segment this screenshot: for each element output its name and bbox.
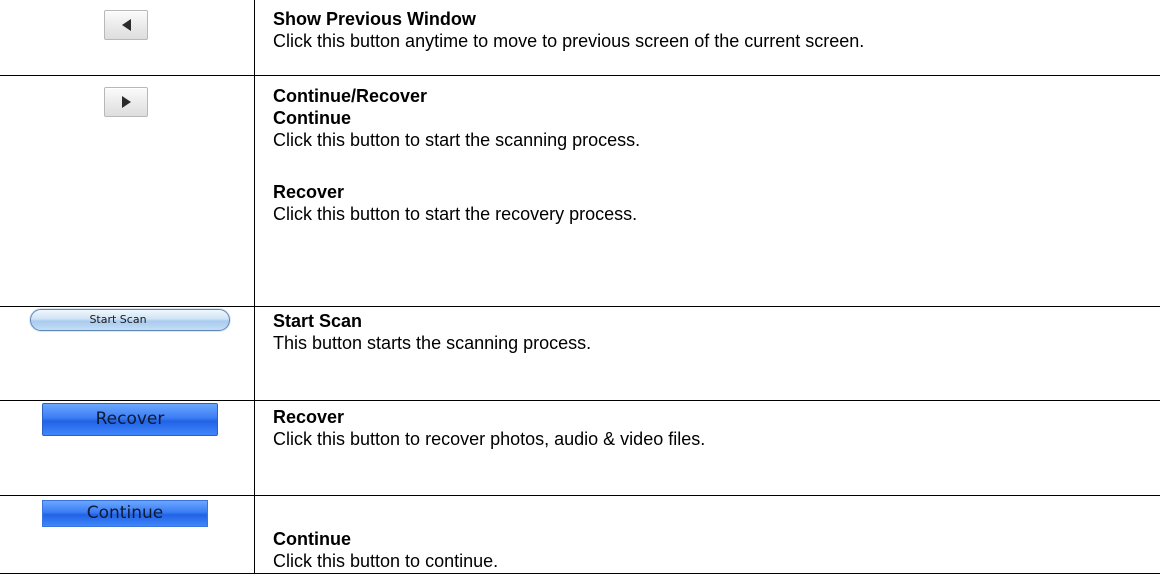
icon-cell [0, 76, 254, 306]
row-description: This button starts the scanning process. [273, 333, 592, 353]
button-reference-table: Show Previous Window Click this button a… [0, 0, 1160, 578]
continue-button[interactable]: Continue [42, 500, 208, 527]
row-subtitle: Recover [273, 182, 345, 202]
icon-cell: Start Scan [0, 307, 254, 400]
row-description: Click this button to continue. [273, 551, 499, 571]
row-subtitle: Continue [273, 108, 351, 128]
row-title: Recover [273, 407, 345, 427]
description-cell: Show Previous Window Click this button a… [273, 8, 1152, 52]
recover-button[interactable]: Recover [42, 403, 218, 436]
start-scan-button[interactable]: Start Scan [30, 309, 230, 331]
next-arrow-button[interactable] [104, 87, 148, 117]
description-cell: Start Scan This button starts the scanni… [273, 310, 1152, 354]
icon-cell: Recover [0, 401, 254, 495]
column-divider [254, 0, 255, 573]
row-description: Click this button to start the recovery … [273, 204, 638, 224]
table-bottom-border [0, 573, 1160, 574]
table-row-previous: Show Previous Window Click this button a… [0, 0, 1160, 76]
arrow-right-icon [121, 96, 131, 108]
row-title: Start Scan [273, 311, 363, 331]
icon-cell [0, 0, 254, 75]
table-row-start-scan: Start Scan Start Scan This button starts… [0, 307, 1160, 401]
arrow-left-icon [121, 19, 131, 31]
table-row-continue-recover: Continue/Recover Continue Click this but… [0, 76, 1160, 307]
previous-arrow-button[interactable] [104, 10, 148, 40]
table-row-recover: Recover Recover Click this button to rec… [0, 401, 1160, 496]
row-description: Click this button to recover photos, aud… [273, 429, 706, 449]
row-description: Click this button to start the scanning … [273, 130, 641, 150]
row-description: Click this button anytime to move to pre… [273, 31, 865, 51]
row-title: Show Previous Window [273, 9, 476, 29]
description-cell: Continue Click this button to continue. [273, 528, 1152, 572]
row-title: Continue/Recover [273, 86, 428, 106]
table-row-continue: Continue Continue Click this button to c… [0, 496, 1160, 573]
icon-cell: Continue [0, 496, 254, 573]
description-cell: Continue/Recover Continue Click this but… [273, 85, 1152, 225]
row-title: Continue [273, 529, 351, 549]
description-cell: Recover Click this button to recover pho… [273, 406, 1152, 450]
